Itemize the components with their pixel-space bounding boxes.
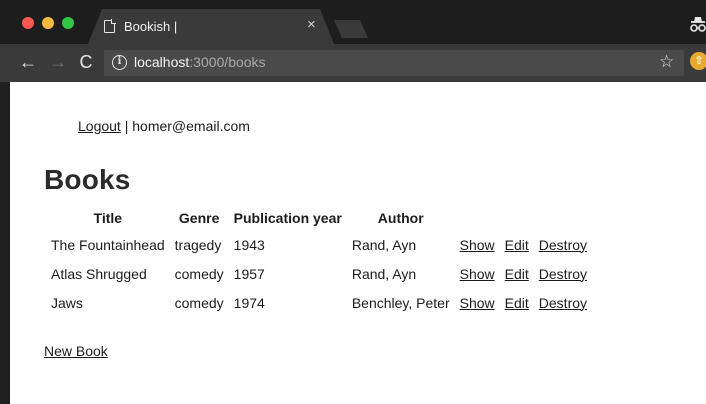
destroy-link[interactable]: Destroy	[539, 266, 587, 282]
show-link[interactable]: Show	[460, 295, 495, 311]
zoom-window-button[interactable]	[62, 17, 74, 29]
table-row: Jaws comedy 1974 Benchley, Peter Show Ed…	[46, 288, 592, 317]
reload-icon[interactable]: C	[76, 51, 96, 73]
book-title: The Fountainhead	[51, 236, 165, 253]
new-book-link[interactable]: New Book	[44, 343, 108, 359]
extension-icon[interactable]: ⇧	[690, 52, 706, 70]
incognito-icon	[690, 17, 706, 32]
book-author: Benchley, Peter	[351, 294, 450, 311]
browser-toolbar: ← → C i localhost:3000/books ☆ ⇧	[0, 44, 706, 82]
book-genre: tragedy	[174, 236, 222, 253]
table-row: The Fountainhead tragedy 1943 Rand, Ayn …	[46, 230, 592, 259]
user-email: homer@email.com	[132, 118, 250, 134]
tab-close-icon[interactable]: ×	[307, 17, 316, 32]
url-path: :3000/books	[189, 54, 266, 70]
logout-link[interactable]: Logout	[78, 118, 121, 134]
table-row: Atlas Shrugged comedy 1957 Rand, Ayn Sho…	[46, 259, 592, 288]
destroy-link[interactable]: Destroy	[539, 237, 587, 253]
show-link[interactable]: Show	[460, 266, 495, 282]
minimize-window-button[interactable]	[42, 17, 54, 29]
book-year: 1957	[233, 265, 265, 282]
info-icon[interactable]: i	[112, 55, 127, 70]
tab-title: Bookish |	[124, 19, 178, 34]
book-year: 1974	[233, 294, 265, 311]
book-title: Atlas Shrugged	[51, 265, 147, 282]
close-window-button[interactable]	[22, 17, 34, 29]
book-genre: comedy	[174, 265, 224, 282]
table-header-row: Title Genre Publication year Author	[46, 206, 592, 230]
bookmark-star-icon[interactable]: ☆	[659, 52, 674, 72]
column-header-publication-year: Publication year	[233, 210, 342, 226]
session-bar: Logout | homer@email.com	[78, 118, 250, 134]
column-header-author: Author	[377, 210, 424, 226]
edit-link[interactable]: Edit	[505, 295, 529, 311]
browser-titlebar: Bookish | ×	[0, 0, 706, 44]
destroy-link[interactable]: Destroy	[539, 295, 587, 311]
url-text[interactable]: localhost:3000/books	[134, 54, 266, 70]
page-content: Logout | homer@email.com Books Title Gen…	[10, 82, 706, 404]
edit-link[interactable]: Edit	[505, 266, 529, 282]
edit-link[interactable]: Edit	[505, 237, 529, 253]
book-author: Rand, Ayn	[351, 265, 417, 282]
book-title: Jaws	[51, 294, 83, 311]
back-arrow-icon[interactable]: ←	[18, 51, 38, 73]
page-icon	[104, 19, 116, 33]
url-host: localhost	[134, 54, 190, 70]
address-bar[interactable]: i localhost:3000/books ☆	[104, 50, 684, 76]
column-header-genre: Genre	[178, 210, 220, 226]
browser-tab[interactable]: Bookish | ×	[88, 9, 334, 44]
book-year: 1943	[233, 236, 265, 253]
books-table: Title Genre Publication year Author The …	[46, 206, 592, 317]
column-header-actions	[455, 206, 592, 230]
show-link[interactable]: Show	[460, 237, 495, 253]
page-title: Books	[44, 164, 131, 195]
column-header-title: Title	[93, 210, 123, 226]
book-author: Rand, Ayn	[351, 236, 417, 253]
session-separator: |	[124, 118, 129, 134]
book-genre: comedy	[174, 294, 224, 311]
new-tab-button[interactable]	[334, 20, 368, 38]
forward-arrow-icon[interactable]: →	[48, 51, 68, 73]
